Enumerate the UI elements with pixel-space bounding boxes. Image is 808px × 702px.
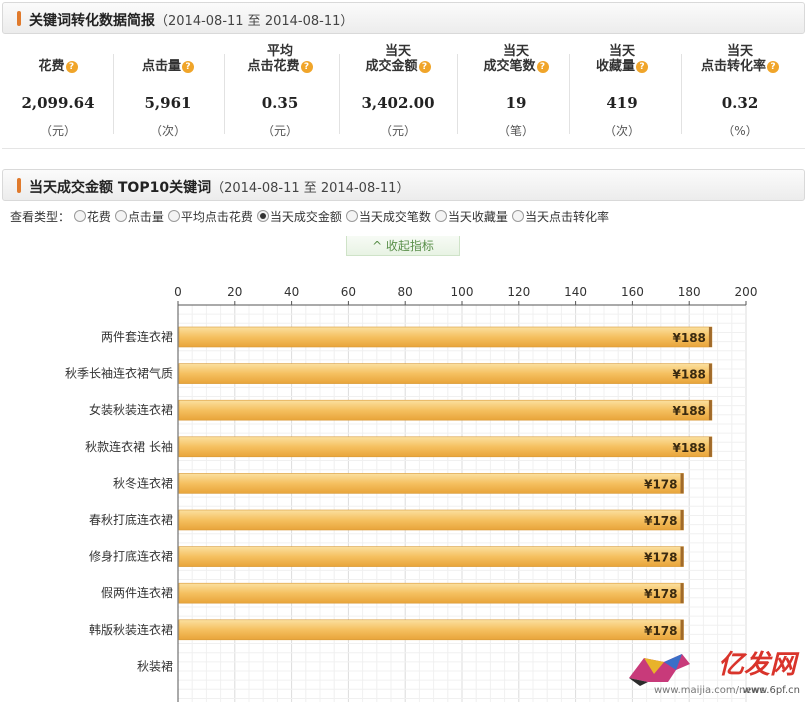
bar-end-cap	[708, 400, 712, 421]
x-tick-label: 60	[341, 285, 356, 299]
watermark-brand: 亿发网	[717, 650, 796, 680]
data-label: ¥178	[644, 551, 677, 565]
bar	[178, 619, 684, 641]
bar-end-cap	[680, 546, 684, 567]
x-tick-label: 160	[621, 285, 644, 299]
bar	[178, 546, 684, 567]
bull-logo-icon	[629, 654, 690, 686]
bar	[178, 436, 713, 458]
bar	[178, 582, 684, 604]
data-label: ¥188	[673, 441, 706, 455]
data-label: ¥178	[644, 587, 677, 601]
bar-end-cap	[680, 619, 684, 640]
watermark-logo: 亿发网 www.maijia.com/news www.6pf.cn	[624, 642, 804, 698]
x-tick-label: 0	[174, 285, 182, 299]
category-label: 秋季长袖连衣裙气质	[65, 366, 173, 381]
category-label: 假两件连衣裙	[101, 585, 173, 600]
bar-end-cap	[680, 473, 684, 494]
category-label: 秋款连衣裙 长袖	[85, 439, 173, 454]
category-label: 修身打底连衣裙	[89, 549, 173, 564]
bar	[178, 473, 684, 494]
bar	[178, 509, 684, 531]
bar-end-cap	[680, 583, 684, 604]
watermark-url: www.6pf.cn	[742, 685, 800, 696]
x-tick-label: 100	[451, 285, 474, 299]
x-tick-label: 180	[678, 285, 701, 299]
bar	[178, 363, 713, 384]
bar-end-cap	[708, 436, 712, 457]
x-tick-label: 20	[227, 285, 242, 299]
data-label: ¥178	[644, 624, 677, 638]
category-label: 韩版秋装连衣裙	[89, 622, 173, 637]
category-label: 春秋打底连衣裙	[89, 512, 173, 527]
data-label: ¥178	[644, 477, 677, 491]
x-tick-label: 120	[507, 285, 530, 299]
category-label: 秋装裙	[137, 659, 173, 673]
data-label: ¥188	[673, 404, 706, 418]
bar	[178, 399, 713, 421]
data-label: ¥178	[644, 514, 677, 528]
x-tick-label: 40	[284, 285, 299, 299]
x-tick-label: 200	[735, 285, 758, 299]
category-label: 女装秋装连衣裙	[89, 402, 173, 417]
category-label: 秋冬连衣裙	[113, 475, 173, 490]
category-label: 两件套连衣裙	[101, 329, 173, 344]
bar-end-cap	[708, 327, 712, 347]
x-tick-label: 80	[398, 285, 413, 299]
bar-end-cap	[680, 510, 684, 530]
x-tick-label: 140	[564, 285, 587, 299]
bar-end-cap	[708, 363, 712, 384]
bar	[178, 326, 713, 348]
top10-bar-chart: 0 20 40 60 80 100 120 140 160 180 200 两件套连衣裙 ¥188 秋季长…	[65, 285, 758, 702]
data-label: ¥188	[673, 331, 706, 345]
data-label: ¥188	[673, 368, 706, 382]
